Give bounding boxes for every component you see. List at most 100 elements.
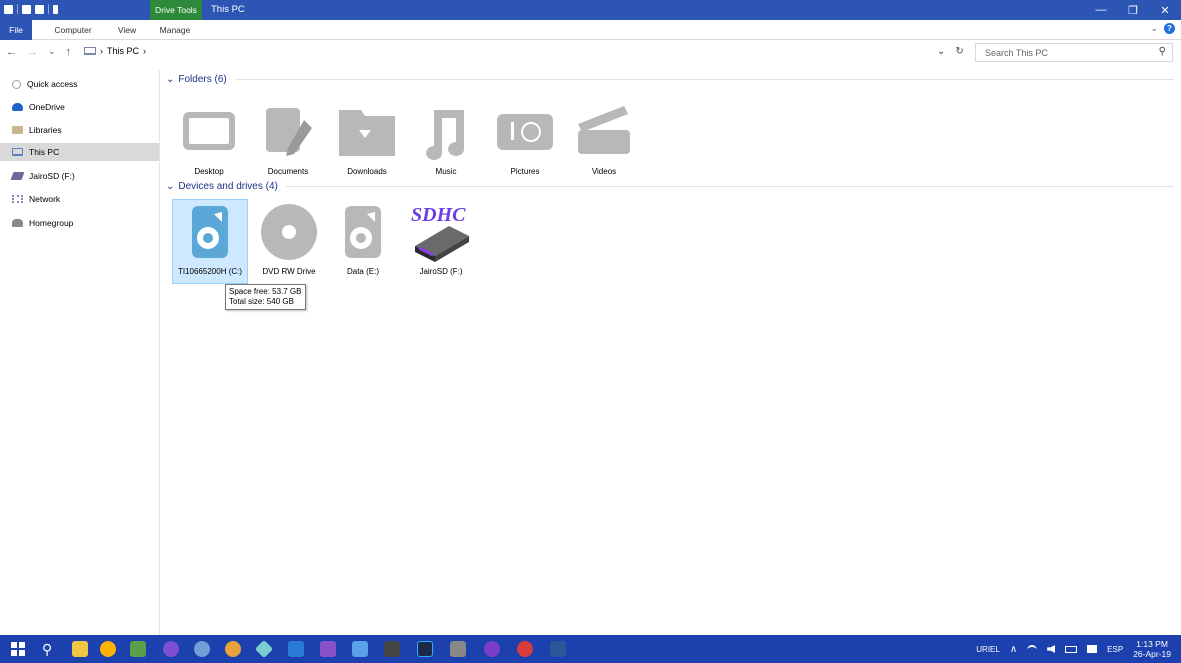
app-icon[interactable] xyxy=(194,641,210,657)
sidebar-item-label: Libraries xyxy=(29,125,62,135)
app-icon[interactable] xyxy=(100,641,116,657)
visual-studio-icon[interactable] xyxy=(320,641,336,657)
app-icon[interactable] xyxy=(130,641,146,657)
recent-locations-icon[interactable]: ⌄ xyxy=(48,46,56,58)
hard-drive-icon xyxy=(192,206,228,258)
title-bar: Drive Tools This PC — ❐ ✕ xyxy=(0,0,1181,20)
back-icon[interactable]: ← xyxy=(6,46,17,58)
folder-tile-downloads[interactable]: Downloads xyxy=(329,100,405,176)
tab-file[interactable]: File xyxy=(0,20,32,40)
photoshop-icon[interactable] xyxy=(417,641,433,657)
hard-drive-icon xyxy=(345,206,381,258)
tab-view[interactable]: View xyxy=(112,20,142,40)
group-divider xyxy=(285,186,1174,187)
folder-tile-pictures[interactable]: Pictures xyxy=(487,100,563,176)
folder-label: Pictures xyxy=(510,167,540,176)
customize-qat-icon[interactable] xyxy=(53,4,58,14)
search-icon[interactable]: ⚲ xyxy=(1159,46,1166,57)
wifi-icon[interactable] xyxy=(1027,645,1038,653)
app-icon[interactable] xyxy=(254,639,274,659)
vscode-icon[interactable] xyxy=(288,641,304,657)
search-icon[interactable]: ⚲ xyxy=(42,641,58,657)
notifications-icon[interactable] xyxy=(1087,645,1098,653)
folder-label: Documents xyxy=(267,167,309,176)
folder-label: Desktop xyxy=(194,167,224,176)
sidebar-item-homegroup[interactable]: Homegroup xyxy=(10,214,158,232)
sd-card-icon xyxy=(10,172,25,180)
breadcrumb-this-pc[interactable]: This PC xyxy=(107,46,139,56)
group-title: Devices and drives (4) xyxy=(178,181,278,192)
tab-manage[interactable]: Manage xyxy=(155,20,195,40)
refresh-icon[interactable]: ↻ xyxy=(955,46,963,57)
this-pc-icon xyxy=(84,47,96,55)
breadcrumb-separator[interactable]: › xyxy=(100,46,103,56)
desktop-icon xyxy=(183,112,235,150)
file-explorer-icon[interactable] xyxy=(72,641,88,657)
drive-tile-e[interactable]: Data (E:) xyxy=(325,200,401,276)
address-dropdown-icon[interactable]: ⌄ xyxy=(937,46,945,57)
sidebar-item-label: Homegroup xyxy=(29,218,74,228)
battery-icon[interactable] xyxy=(1065,645,1078,653)
pictures-icon xyxy=(497,114,553,150)
app-icon[interactable] xyxy=(450,641,466,657)
folder-tile-videos[interactable]: Videos xyxy=(566,100,642,176)
volume-icon[interactable] xyxy=(1047,645,1056,653)
language-indicator[interactable]: ESP xyxy=(1107,645,1123,654)
folder-tile-music[interactable]: Music xyxy=(408,100,484,176)
start-icon[interactable] xyxy=(10,641,26,657)
clock-time: 1:13 PM xyxy=(1136,639,1168,649)
sd-card-icon xyxy=(415,226,469,262)
group-divider xyxy=(234,79,1174,80)
word-icon[interactable] xyxy=(550,641,566,657)
drive-tile-f[interactable]: SDHC JairoSD (F:) xyxy=(403,200,479,276)
breadcrumb-separator[interactable]: › xyxy=(143,46,146,56)
up-icon[interactable]: ↑ xyxy=(66,46,72,58)
restore-button[interactable]: ❐ xyxy=(1117,0,1149,20)
collapse-ribbon-icon[interactable]: ⌄ xyxy=(1150,23,1158,34)
sidebar-item-network[interactable]: Network xyxy=(10,190,158,208)
app-icon[interactable] xyxy=(517,641,533,657)
breadcrumb[interactable]: › This PC › xyxy=(84,46,146,56)
properties-icon[interactable] xyxy=(22,4,31,14)
new-folder-icon[interactable] xyxy=(35,4,44,14)
sidebar-item-label: Quick access xyxy=(27,79,78,89)
sidebar-item-quick-access[interactable]: Quick access xyxy=(10,75,158,93)
documents-icon xyxy=(266,108,312,156)
show-hidden-icons-icon[interactable]: ∧ xyxy=(1010,644,1017,655)
chevron-down-icon[interactable]: ⌄ xyxy=(166,181,174,192)
folder-tile-desktop[interactable]: Desktop xyxy=(171,100,247,176)
sidebar-item-this-pc[interactable]: This PC xyxy=(0,143,159,161)
minimize-button[interactable]: — xyxy=(1085,0,1117,20)
tab-computer[interactable]: Computer xyxy=(48,20,98,40)
sidebar-item-jairosd[interactable]: JairoSD (F:) xyxy=(10,167,158,185)
help-icon[interactable]: ? xyxy=(1164,23,1175,34)
music-icon xyxy=(426,110,465,160)
folder-label: Videos xyxy=(591,167,617,176)
clock[interactable]: 1:13 PM 26-Apr-19 xyxy=(1133,639,1171,659)
forward-icon[interactable]: → xyxy=(27,46,38,58)
app-icon[interactable] xyxy=(163,641,179,657)
network-icon xyxy=(12,195,23,203)
folders-group-header[interactable]: ⌄ Folders (6) xyxy=(166,74,1174,85)
drive-tooltip: Space free: 53.7 GB Total size: 540 GB xyxy=(225,284,306,310)
explorer-window: Drive Tools This PC — ❐ ✕ File Computer … xyxy=(0,0,1181,663)
chrome-icon[interactable] xyxy=(225,641,241,657)
close-button[interactable]: ✕ xyxy=(1149,0,1181,20)
content-pane: ⌄ Folders (6) Desktop Documents Download… xyxy=(161,70,1181,635)
devices-group-header[interactable]: ⌄ Devices and drives (4) xyxy=(166,181,1174,192)
app-icon[interactable] xyxy=(352,641,368,657)
app-icon[interactable] xyxy=(484,641,500,657)
sidebar-item-onedrive[interactable]: OneDrive xyxy=(10,98,158,116)
drive-tools-context-tab[interactable]: Drive Tools xyxy=(150,0,202,20)
drive-tile-c[interactable]: TI10665200H (C:) xyxy=(172,199,248,284)
search-input[interactable]: Search This PC ⚲ xyxy=(975,43,1173,62)
sd-card-graphic: SDHC xyxy=(403,200,479,264)
sidebar-item-libraries[interactable]: Libraries xyxy=(10,121,158,139)
sidebar-item-label: JairoSD (F:) xyxy=(29,171,75,181)
clock-date: 26-Apr-19 xyxy=(1133,649,1171,659)
address-bar-row: ← → ⌄ ↑ › This PC › ⌄ ↻ Search This PC ⚲ xyxy=(0,41,1181,65)
drive-tile-dvd[interactable]: DVD RW Drive xyxy=(251,200,327,276)
folder-tile-documents[interactable]: Documents xyxy=(250,100,326,176)
chevron-down-icon[interactable]: ⌄ xyxy=(166,74,174,85)
app-icon[interactable] xyxy=(384,641,400,657)
